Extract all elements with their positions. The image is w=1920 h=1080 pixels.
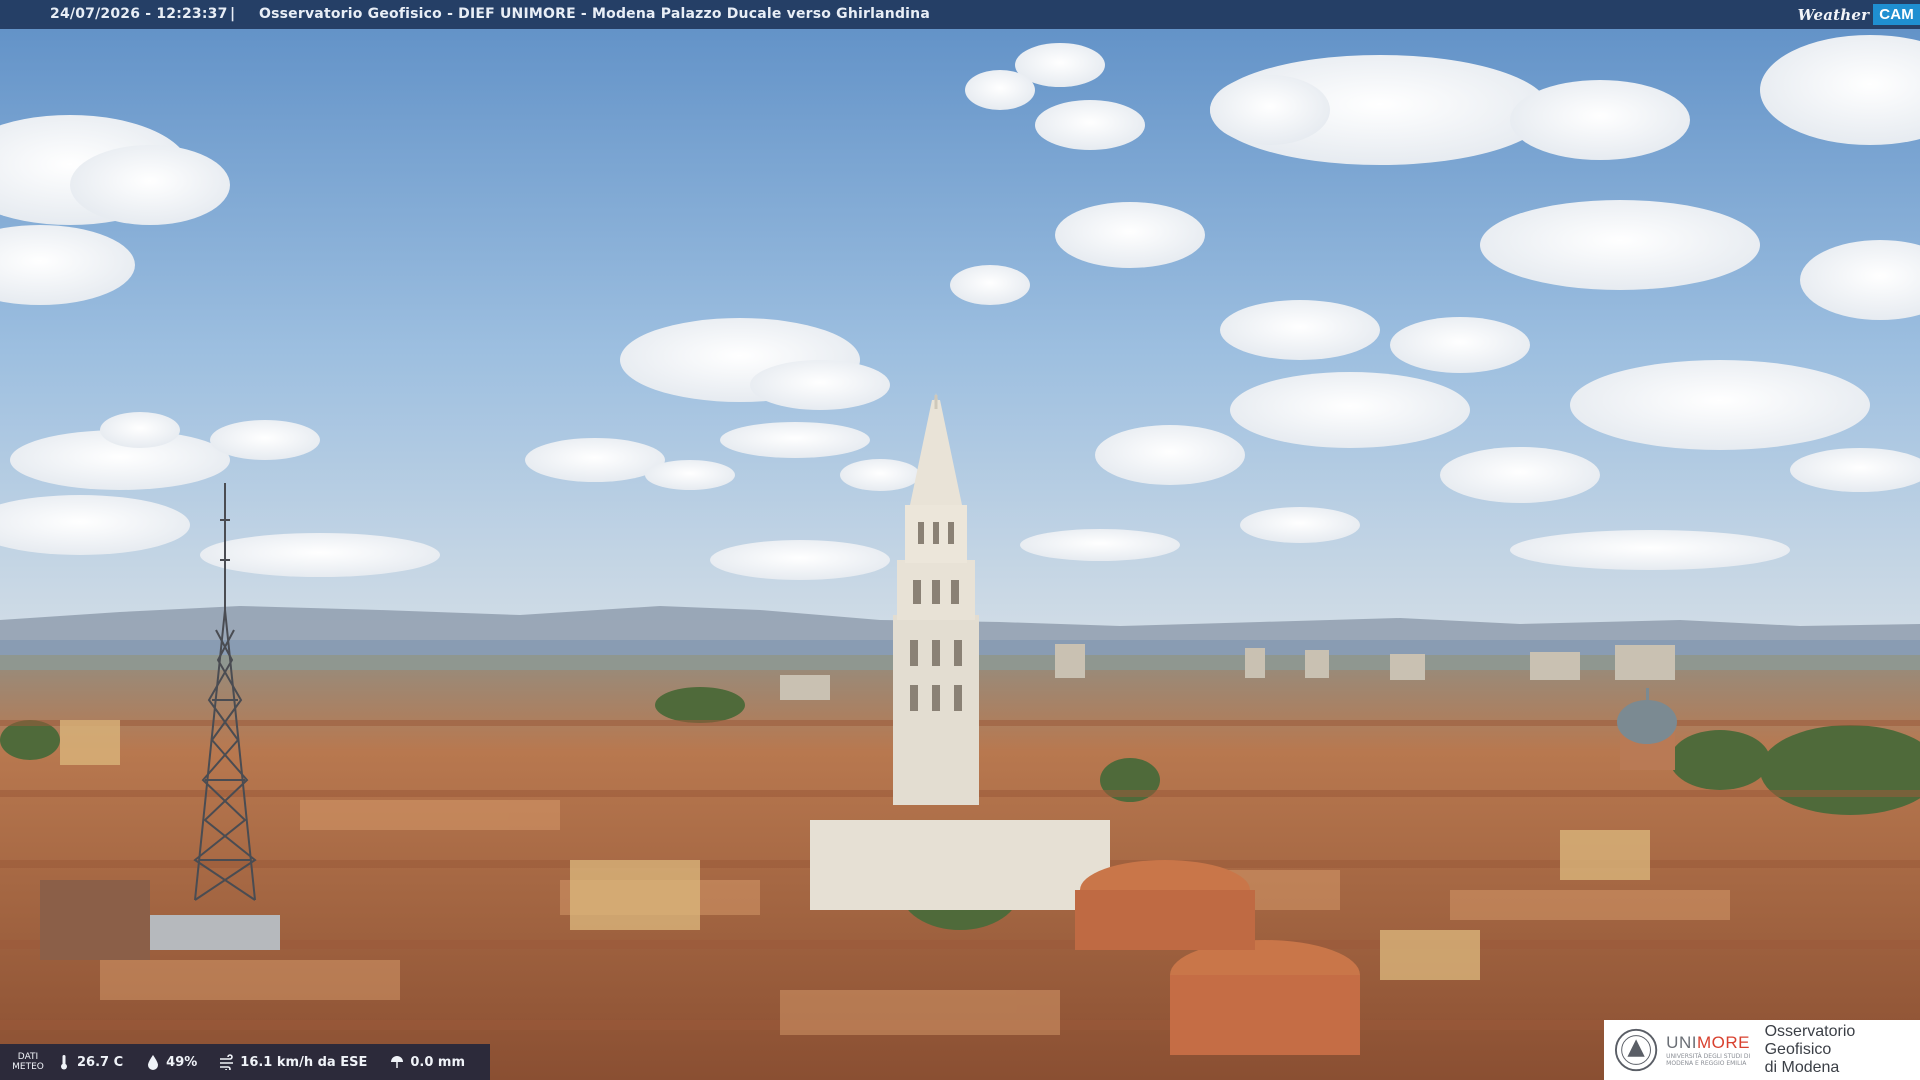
humidity-reading: 49% bbox=[145, 1054, 197, 1070]
rain-gauge-icon bbox=[391, 1056, 404, 1068]
meteo-label: DATI METEO bbox=[12, 1052, 44, 1072]
wind-icon bbox=[220, 1054, 234, 1070]
university-seal-icon bbox=[1614, 1028, 1658, 1072]
humidity-icon bbox=[148, 1055, 159, 1070]
camera-title: Osservatorio Geofisico - DIEF UNIMORE - … bbox=[259, 6, 930, 22]
thermometer-icon bbox=[61, 1055, 67, 1070]
info-bar: 24/07/2026 - 12:23:37 | Osservatorio Geo… bbox=[0, 0, 1920, 29]
weathercam-logo: Weather CAM bbox=[1798, 0, 1920, 29]
unimore-logo-panel: UNIMORE UNIVERSITÀ DEGLI STUDI DI MODENA… bbox=[1604, 1020, 1920, 1080]
timestamp: 24/07/2026 - 12:23:37 bbox=[50, 6, 228, 22]
unimore-wordmark: UNIMORE UNIVERSITÀ DEGLI STUDI DI MODENA… bbox=[1666, 1033, 1751, 1067]
observatory-name: Osservatorio Geofisico di Modena bbox=[1764, 1023, 1856, 1076]
webcam-scene bbox=[0, 0, 1920, 1080]
temperature-reading: 26.7 C bbox=[56, 1054, 123, 1070]
wind-reading: 16.1 km/h da ESE bbox=[219, 1054, 367, 1070]
rain-reading: 0.0 mm bbox=[389, 1054, 465, 1070]
weather-bar: DATI METEO 26.7 C 49% 16.1 km/h da ESE 0.… bbox=[0, 1044, 490, 1080]
separator: | bbox=[230, 6, 236, 22]
